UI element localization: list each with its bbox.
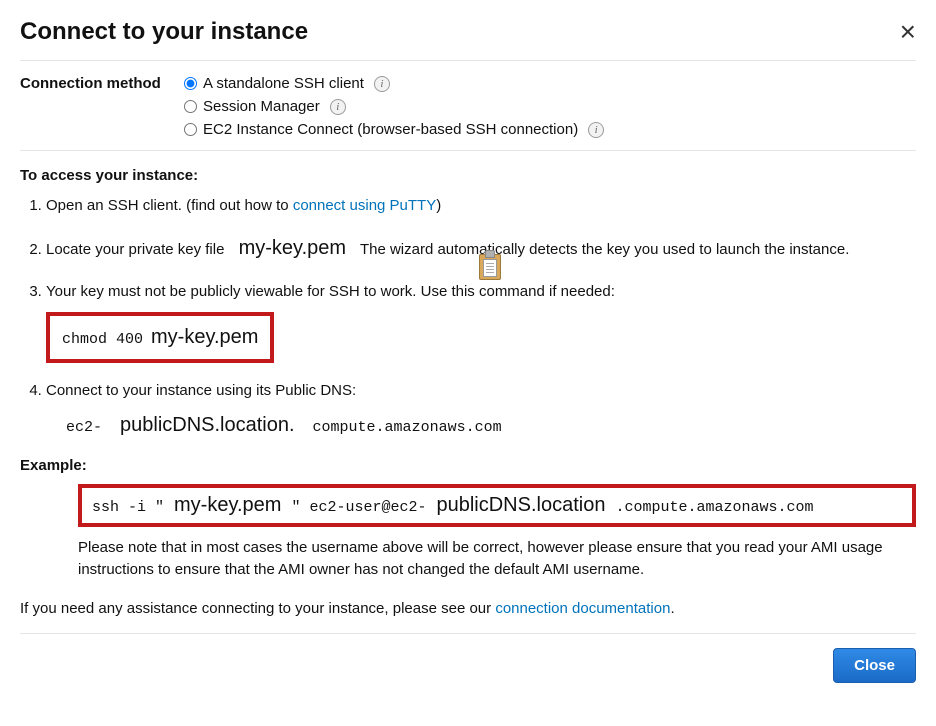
- radio-ec2-instance-connect[interactable]: EC2 Instance Connect (browser-based SSH …: [184, 121, 604, 138]
- radio-label: EC2 Instance Connect (browser-based SSH …: [203, 121, 578, 138]
- chmod-command: chmod 400: [62, 328, 143, 351]
- public-dns-line: ec2- publicDNS.location. compute.amazona…: [66, 410, 916, 441]
- info-icon[interactable]: i: [374, 76, 390, 92]
- radio-ec2-instance-connect-input[interactable]: [184, 123, 197, 136]
- dialog-header: Connect to your instance ×: [20, 18, 916, 61]
- ssh-public-dns: publicDNS.location: [436, 494, 605, 517]
- connection-method-row: Connection method A standalone SSH clien…: [20, 61, 916, 151]
- clipboard-icon[interactable]: [476, 250, 504, 282]
- close-icon[interactable]: ×: [900, 18, 916, 46]
- instruction-step-1: Open an SSH client. (find out how to con…: [46, 194, 916, 217]
- instructions-list: Open an SSH client. (find out how to con…: [42, 194, 916, 441]
- instruction-step-4: Connect to your instance using its Publi…: [46, 379, 916, 441]
- instruction-step-3: Your key must not be publicly viewable f…: [46, 280, 916, 362]
- radio-label: Session Manager: [203, 98, 320, 115]
- connection-docs-link[interactable]: connection documentation: [495, 600, 670, 617]
- radio-session-manager-input[interactable]: [184, 100, 197, 113]
- chmod-command-box: chmod 400 my-key.pem: [46, 312, 274, 363]
- dialog-footer: Close: [20, 634, 916, 683]
- radio-standalone-ssh-input[interactable]: [184, 77, 197, 90]
- info-icon[interactable]: i: [588, 122, 604, 138]
- ssh-example-box: ssh -i " my-key.pem " ec2-user@ec2- publ…: [78, 484, 916, 527]
- username-note: Please note that in most cases the usern…: [78, 537, 916, 582]
- ssh-key-filename: my-key.pem: [174, 494, 281, 517]
- private-key-filename: my-key.pem: [229, 237, 356, 259]
- connection-method-label: Connection method: [20, 75, 184, 92]
- radio-session-manager[interactable]: Session Manager i: [184, 98, 604, 115]
- access-instructions-heading: To access your instance:: [20, 167, 916, 184]
- example-heading: Example:: [20, 457, 916, 474]
- putty-link[interactable]: connect using PuTTY: [293, 197, 436, 214]
- info-icon[interactable]: i: [330, 99, 346, 115]
- close-button[interactable]: Close: [833, 648, 916, 683]
- chmod-key-filename: my-key.pem: [151, 322, 258, 353]
- connect-instance-dialog: Connect to your instance × Connection me…: [0, 0, 936, 703]
- radio-label: A standalone SSH client: [203, 75, 364, 92]
- footer-assistance-note: If you need any assistance connecting to…: [20, 600, 916, 634]
- dialog-title: Connect to your instance: [20, 18, 308, 46]
- radio-standalone-ssh[interactable]: A standalone SSH client i: [184, 75, 604, 92]
- connection-method-radio-group: A standalone SSH client i Session Manage…: [184, 75, 604, 138]
